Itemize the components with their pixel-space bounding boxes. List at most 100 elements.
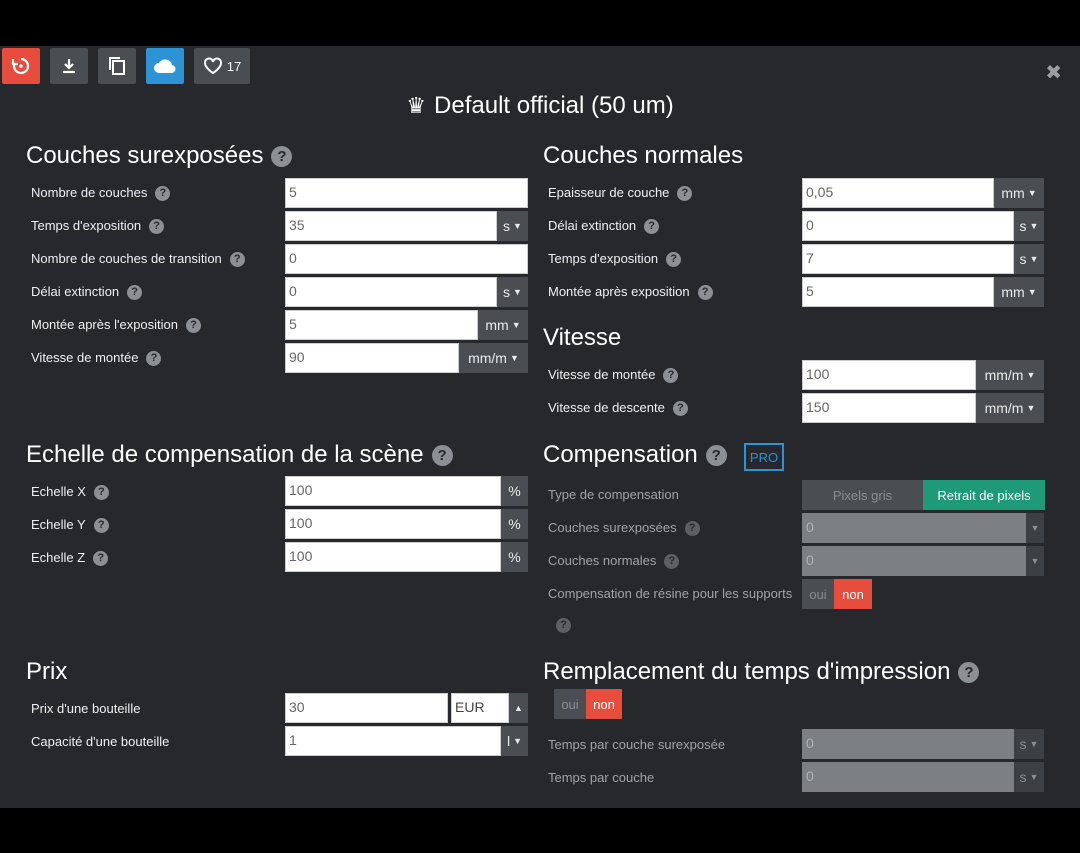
price-heading: Prix [26,658,68,685]
unit-select[interactable]: mm ▼ [994,277,1044,307]
layer-thickness-input[interactable]: 0,05 [802,178,994,208]
field-label: Echelle Z? [31,550,109,566]
caret-down-icon: ▼ [513,736,523,746]
retract-speed-input[interactable]: 150 [802,393,976,423]
help-icon[interactable]: ? [271,146,293,168]
help-icon[interactable]: ? [666,252,682,267]
field-label: Echelle Y? [31,517,109,533]
overexposed-heading: Couches surexposées? [26,142,293,170]
cloud-button[interactable] [146,48,184,84]
unit-select[interactable]: mm ▼ [478,310,528,340]
help-icon[interactable]: ? [672,401,688,416]
unit-select[interactable]: mm/m ▼ [976,360,1044,390]
help-icon[interactable]: ? [677,186,693,201]
help-icon[interactable]: ? [644,219,660,234]
bottle-price-input[interactable]: 30 [285,693,448,723]
help-icon[interactable]: ? [146,351,162,366]
caret-down-icon: ▼ [1026,370,1036,380]
help-icon-wrap: ? [548,616,571,634]
light-off-delay-input[interactable]: 0 [285,277,497,307]
lift-speed-input[interactable]: 90 [285,343,459,373]
scale-z-input[interactable]: 100 [285,542,501,572]
currency-input[interactable]: EUR [451,693,509,723]
print-time-override-heading: Remplacement du temps d'impression? [543,658,980,686]
unit-select[interactable]: s ▼ [497,277,528,307]
unit-select[interactable]: s ▼ [1014,211,1044,241]
help-icon[interactable]: ? [705,445,727,467]
percent-addon: % [501,476,528,506]
comp-normal-input[interactable]: 0 [802,546,1026,576]
time-per-overexposed-input[interactable]: 0 [802,729,1014,759]
page-title: ♛ Default official (50 um) [406,92,674,119]
caret-down-icon: ▼ [1027,188,1037,198]
help-icon[interactable]: ? [93,518,109,533]
download-button[interactable] [50,48,88,84]
help-icon[interactable]: ? [958,662,980,684]
cloud-icon [154,59,176,74]
compensation-type-label: Type de compensation [548,487,679,502]
help-icon[interactable]: ? [186,318,202,333]
exposure-time-input[interactable]: 7 [802,244,1014,274]
compensation-heading: Compensation? [543,441,727,469]
comp-overexposed-input[interactable]: 0 [802,513,1026,543]
help-icon[interactable]: ? [229,252,245,267]
close-icon[interactable]: ✖ [1045,60,1062,85]
compensation-type-toggle[interactable]: Pixels gris Retrait de pixels [802,480,1045,510]
bottle-capacity-input[interactable]: 1 [285,726,501,756]
unit-select[interactable]: mm ▼ [994,178,1044,208]
help-icon[interactable]: ? [431,445,453,467]
unit-select[interactable]: s ▼ [497,211,528,241]
field-label: Epaisseur de couche? [548,185,693,201]
help-icon[interactable]: ? [697,285,713,300]
caret-down-icon[interactable]: ▼ [1026,513,1044,543]
option-yes[interactable]: oui [802,579,834,609]
override-toggle[interactable]: oui non [554,689,622,719]
lift-distance-input[interactable]: 5 [802,277,994,307]
copy-button[interactable] [98,48,136,84]
lift-distance-input[interactable]: 5 [285,310,478,340]
scale-x-input[interactable]: 100 [285,476,501,506]
unit-select[interactable]: s ▼ [1014,762,1044,792]
settings-panel: 17 ✖ ♛ Default official (50 um) Couches s… [0,46,1080,808]
field-label: Nombre de couches de transition? [31,251,245,267]
field-label: Délai extinction? [31,284,143,300]
lift-speed-input[interactable]: 100 [802,360,976,390]
like-button[interactable]: 17 [194,48,250,84]
caret-down-icon: ▼ [1029,772,1039,782]
scale-y-input[interactable]: 100 [285,509,501,539]
field-label: Vitesse de descente? [548,400,688,416]
exposure-time-input[interactable]: 35 [285,211,497,241]
option-pixel-erosion[interactable]: Retrait de pixels [923,480,1045,510]
help-icon[interactable]: ? [93,485,109,500]
help-icon[interactable]: ? [556,618,571,633]
unit-select[interactable]: s ▼ [1014,729,1044,759]
help-icon[interactable]: ? [127,285,143,300]
caret-up-icon[interactable]: ▲ [509,693,528,723]
resin-compensation-toggle[interactable]: oui non [802,579,872,609]
help-icon[interactable]: ? [155,186,171,201]
speed-heading: Vitesse [543,324,622,351]
reset-button[interactable] [2,48,40,84]
option-no[interactable]: non [586,689,622,719]
light-off-delay-input[interactable]: 0 [802,211,1014,241]
help-icon[interactable]: ? [663,368,679,383]
transition-layers-input[interactable]: 0 [285,244,528,274]
unit-select[interactable]: l ▼ [501,726,528,756]
resin-compensation-label: Compensation de résine pour les supports [548,586,793,601]
layer-count-input[interactable]: 5 [285,178,528,208]
help-icon[interactable]: ? [664,554,680,569]
undo-icon [11,57,30,75]
option-gray-pixels[interactable]: Pixels gris [802,480,923,510]
help-icon[interactable]: ? [149,219,165,234]
unit-select[interactable]: mm/m ▼ [976,393,1044,423]
option-no[interactable]: non [834,579,872,609]
unit-select[interactable]: s ▼ [1014,244,1044,274]
unit-select[interactable]: mm/m ▼ [459,343,528,373]
help-icon[interactable]: ? [93,551,109,566]
time-per-layer-input[interactable]: 0 [802,762,1014,792]
caret-down-icon[interactable]: ▼ [1026,546,1044,576]
help-icon[interactable]: ? [684,521,700,536]
field-label: Montée après exposition? [548,284,713,300]
copy-icon [109,57,125,75]
option-yes[interactable]: oui [554,689,586,719]
